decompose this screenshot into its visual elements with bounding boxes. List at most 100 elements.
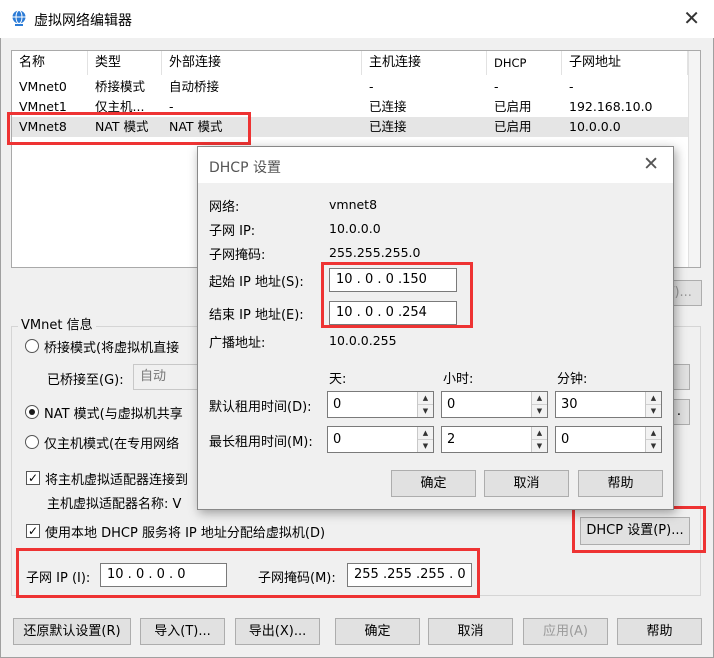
start-ip-label: 起始 IP 地址(S): (209, 275, 304, 290)
table-row[interactable]: VMnet1 仅主机... - 已连接 已启用 192.168.10.0 (12, 97, 688, 117)
spin-down-icon[interactable]: ▼ (532, 439, 547, 452)
cell-external: 自动桥接 (169, 79, 220, 94)
column-header-subnet[interactable]: 子网地址 (562, 51, 688, 75)
end-ip-label: 结束 IP 地址(E): (209, 308, 304, 323)
cell-name: VMnet0 (19, 79, 67, 94)
network-value: vmnet8 (329, 197, 378, 212)
ok-button[interactable]: 确定 (335, 618, 420, 645)
dialog-title-bar: DHCP 设置 ✕ (198, 147, 673, 183)
table-row[interactable]: VMnet0 桥接模式 自动桥接 - - - (12, 77, 688, 97)
subnet-ip-input[interactable]: 10 . 0 . 0 . 0 (100, 563, 227, 587)
spinner-buttons: ▲ ▼ (417, 392, 433, 417)
subnet-mask-input[interactable]: 255 .255 .255 . 0 (347, 563, 472, 587)
nat-radio[interactable] (25, 405, 39, 419)
cell-subnet: 192.168.10.0 (569, 99, 653, 114)
network-globe-icon (12, 10, 26, 26)
spin-up-icon[interactable]: ▲ (646, 392, 661, 405)
default-lease-minutes-spinner[interactable]: 30 ▲ ▼ (555, 391, 662, 418)
column-header-name[interactable]: 名称 (12, 51, 88, 75)
dialog-ok-button[interactable]: 确定 (391, 470, 476, 497)
spinner-value: 0 (333, 397, 342, 412)
spin-up-icon[interactable]: ▲ (418, 427, 433, 440)
hours-header: 小时: (443, 372, 474, 387)
table-scrollbar[interactable] (688, 51, 700, 267)
cell-host: 已连接 (369, 119, 407, 134)
column-header-type[interactable]: 类型 (88, 51, 162, 75)
host-only-radio[interactable] (25, 435, 39, 449)
dialog-subnet-ip-value: 10.0.0.0 (329, 221, 381, 236)
dialog-cancel-button[interactable]: 取消 (484, 470, 569, 497)
cell-dhcp: - (494, 79, 499, 94)
cell-dhcp: 已启用 (494, 119, 532, 134)
import-button[interactable]: 导入(T)... (140, 618, 225, 645)
spin-up-icon[interactable]: ▲ (418, 392, 433, 405)
adapter-name-label: 主机虚拟适配器名称: V (47, 497, 182, 512)
max-lease-minutes-spinner[interactable]: 0 ▲ ▼ (555, 426, 662, 453)
table-row-selected[interactable]: VMnet8 NAT 模式 NAT 模式 已连接 已启用 10.0.0.0 (12, 117, 688, 137)
spinner-buttons: ▲ ▼ (645, 427, 661, 452)
spin-down-icon[interactable]: ▼ (418, 404, 433, 417)
dialog-title: DHCP 设置 (209, 160, 281, 176)
dhcp-service-label: 使用本地 DHCP 服务将 IP 地址分配给虚拟机(D) (45, 526, 326, 541)
broadcast-label: 广播地址: (209, 336, 266, 351)
dhcp-settings-button[interactable]: DHCP 设置(P)... (580, 517, 690, 545)
bridged-label: 桥接模式(将虚拟机直接 (44, 341, 180, 356)
dhcp-service-checkbox[interactable]: ✓ (26, 524, 40, 538)
vmnet-info-label: VMnet 信息 (18, 314, 96, 333)
spin-down-icon[interactable]: ▼ (646, 439, 661, 452)
bridged-radio[interactable] (25, 339, 39, 353)
cell-dhcp: 已启用 (494, 99, 532, 114)
start-ip-input[interactable]: 10 . 0 . 0 .150 (329, 268, 457, 292)
max-lease-days-spinner[interactable]: 0 ▲ ▼ (327, 426, 434, 453)
dhcp-settings-dialog: DHCP 设置 ✕ 网络: vmnet8 子网 IP: 10.0.0.0 子网掩… (197, 146, 674, 510)
cell-type: 桥接模式 (95, 79, 146, 94)
column-header-external[interactable]: 外部连接 (162, 51, 362, 75)
default-lease-days-spinner[interactable]: 0 ▲ ▼ (327, 391, 434, 418)
connect-adapter-checkbox[interactable]: ✓ (26, 471, 40, 485)
dialog-subnet-ip-label: 子网 IP: (209, 224, 256, 239)
max-lease-hours-spinner[interactable]: 2 ▲ ▼ (441, 426, 548, 453)
title-bar: 虚拟网络编辑器 ✕ (0, 0, 714, 38)
dialog-subnet-mask-label: 子网掩码: (209, 248, 266, 263)
column-header-dhcp[interactable]: DHCP (487, 51, 562, 75)
cell-subnet: - (569, 79, 574, 94)
export-button[interactable]: 导出(X)... (235, 618, 320, 645)
spin-down-icon[interactable]: ▼ (646, 404, 661, 417)
spin-down-icon[interactable]: ▼ (532, 404, 547, 417)
spinner-value: 0 (333, 432, 342, 447)
spinner-value: 0 (447, 397, 456, 412)
spinner-buttons: ▲ ▼ (645, 392, 661, 417)
spin-up-icon[interactable]: ▲ (646, 427, 661, 440)
window-title: 虚拟网络编辑器 (34, 13, 132, 29)
spin-up-icon[interactable]: ▲ (532, 427, 547, 440)
restore-defaults-button[interactable]: 还原默认设置(R) (13, 618, 131, 645)
spin-up-icon[interactable]: ▲ (532, 392, 547, 405)
close-icon[interactable]: ✕ (683, 6, 700, 30)
connect-adapter-label: 将主机虚拟适配器连接到 (45, 473, 189, 488)
cell-host: 已连接 (369, 99, 407, 114)
cell-host: - (369, 79, 374, 94)
days-header: 天: (329, 372, 347, 387)
cell-subnet: 10.0.0.0 (569, 119, 621, 134)
end-ip-input[interactable]: 10 . 0 . 0 .254 (329, 301, 457, 325)
subnet-ip-label: 子网 IP (I): (26, 571, 91, 586)
bridged-to-label: 已桥接至(G): (47, 373, 124, 388)
help-button[interactable]: 帮助 (617, 618, 702, 645)
spinner-value: 30 (561, 397, 578, 412)
cancel-button[interactable]: 取消 (428, 618, 513, 645)
broadcast-value: 10.0.0.255 (329, 333, 397, 348)
spinner-buttons: ▲ ▼ (531, 427, 547, 452)
spinner-value: 2 (447, 432, 456, 447)
column-header-host[interactable]: 主机连接 (362, 51, 487, 75)
apply-button[interactable]: 应用(A) (523, 618, 608, 645)
dialog-help-button[interactable]: 帮助 (578, 470, 663, 497)
default-lease-hours-spinner[interactable]: 0 ▲ ▼ (441, 391, 548, 418)
cell-name: VMnet8 (19, 119, 67, 134)
nat-label: NAT 模式(与虚拟机共享 (44, 407, 183, 422)
spin-down-icon[interactable]: ▼ (418, 439, 433, 452)
spinner-value: 0 (561, 432, 570, 447)
minutes-header: 分钟: (557, 372, 588, 387)
max-lease-label: 最长租用时间(M): (209, 435, 313, 450)
dialog-subnet-mask-value: 255.255.255.0 (329, 245, 421, 260)
close-icon[interactable]: ✕ (643, 153, 659, 175)
